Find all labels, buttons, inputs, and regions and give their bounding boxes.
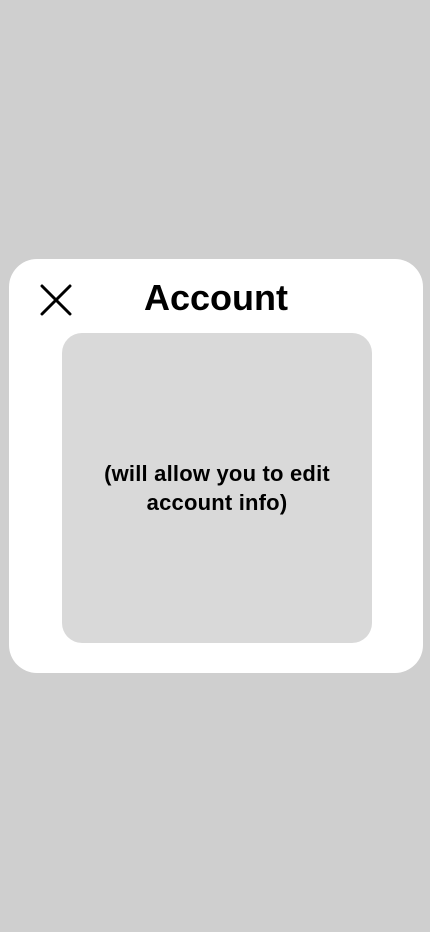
account-modal: Account (will allow you to edit account … [9, 259, 423, 673]
modal-title: Account [144, 277, 288, 318]
placeholder-text: (will allow you to edit account info) [104, 461, 330, 515]
account-info-placeholder: (will allow you to edit account info) [62, 333, 372, 643]
